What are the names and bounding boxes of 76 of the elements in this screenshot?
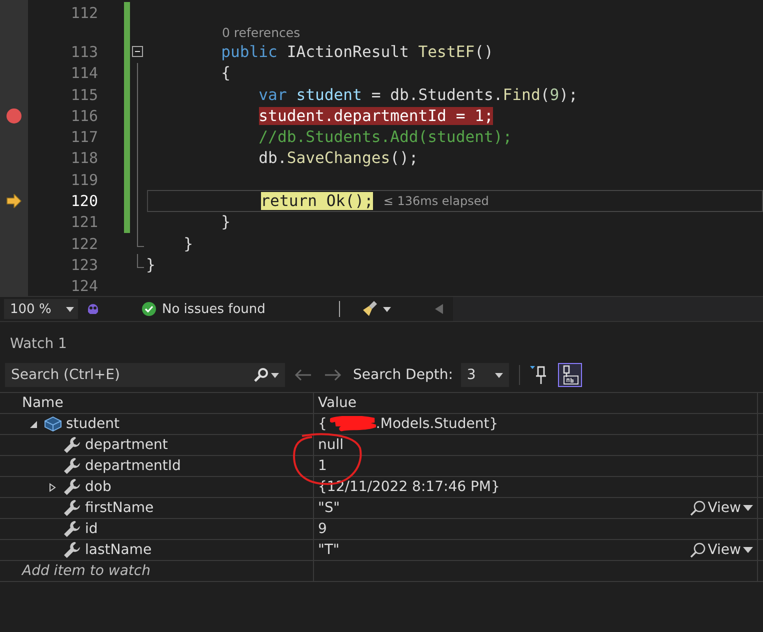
line-number: 117: [70, 128, 98, 146]
search-field[interactable]: Search (Ctrl+E): [5, 363, 285, 387]
line-number: 112: [70, 4, 98, 22]
wrench-icon: [63, 436, 81, 454]
line-number: 118: [70, 149, 98, 168]
view-button[interactable]: View: [690, 542, 753, 558]
watch-name: lastName: [85, 542, 152, 558]
forward-arrow-icon[interactable]: [324, 368, 342, 382]
column-header[interactable]: Name: [18, 393, 313, 414]
code-statement: }: [146, 256, 156, 274]
watch-value: {12/11/2022 8:17:46 PM}: [318, 479, 500, 495]
watch-value: "S": [318, 500, 340, 516]
watch-name: department: [85, 437, 168, 453]
issues-status[interactable]: No issues found: [162, 302, 266, 316]
codelens-references[interactable]: 0 references: [146, 24, 763, 40]
watch-name: id: [85, 521, 98, 537]
collapse-icon[interactable]: [132, 46, 143, 58]
wrench-icon: [63, 520, 81, 538]
depth-dropdown[interactable]: 3: [460, 363, 509, 387]
code-statement: {: [221, 64, 230, 82]
watch-value: 9: [318, 521, 327, 537]
code-statement: //db.Students.Add(student);: [258, 128, 512, 146]
watch-value: "T": [318, 542, 340, 558]
wrench-icon: [63, 457, 81, 475]
breakpoint-icon[interactable]: [6, 108, 22, 124]
line-number: 124: [70, 277, 98, 296]
watch-value: 1: [318, 458, 327, 474]
watch-value: null: [318, 437, 344, 453]
add-watch-placeholder[interactable]: Add item to watch: [22, 563, 150, 579]
caret-icon[interactable]: [383, 306, 392, 312]
code-statement: var student = db.Students.Find(9);: [258, 86, 578, 104]
caret-icon[interactable]: [66, 306, 74, 312]
search-icon[interactable]: [252, 368, 268, 382]
search-icon[interactable]: [690, 500, 706, 516]
view-button[interactable]: View: [690, 500, 753, 516]
perf-tip[interactable]: ≤ 136ms elapsed: [383, 194, 489, 208]
line-number: 119: [70, 170, 98, 189]
code-statement: db.SaveChanges();: [258, 149, 418, 168]
zoom-dropdown[interactable]: 100 %: [4, 299, 78, 319]
caret-icon[interactable]: [743, 505, 753, 511]
caret-icon[interactable]: [271, 372, 279, 378]
line-number: 122: [70, 234, 98, 253]
watch-name: firstName: [85, 500, 154, 516]
expander-icon[interactable]: [48, 482, 56, 492]
code-statement: student.departmentId = 1;: [258, 106, 494, 125]
wrench-icon: [63, 541, 81, 559]
watch-value-tail: .Models.Student}: [376, 416, 498, 432]
line-number: 116: [70, 106, 98, 125]
code-statement: }: [184, 234, 193, 253]
back-arrow-icon[interactable]: [294, 368, 312, 382]
scroll-left-icon[interactable]: [435, 304, 444, 314]
line-number: 121: [70, 213, 98, 232]
line-number: 113: [70, 42, 98, 61]
line-number: 115: [70, 86, 98, 104]
watch-name: departmentId: [85, 458, 181, 474]
column-header[interactable]: Value: [313, 393, 757, 414]
watch-name: student: [66, 416, 120, 432]
panel-title: Watch 1: [9, 335, 68, 354]
search-depth-label: Search Depth:: [353, 367, 453, 383]
pin-filter-icon[interactable]: [530, 365, 548, 385]
search-icon[interactable]: [690, 542, 706, 558]
object-icon: [44, 416, 62, 432]
caret-icon[interactable]: [494, 372, 503, 378]
watch-name: dob: [85, 479, 112, 495]
expander-icon[interactable]: [28, 420, 38, 428]
line-number: 114: [70, 64, 98, 82]
caret-icon[interactable]: [743, 547, 753, 553]
code-statement: public IActionResult TestEF(): [221, 42, 494, 61]
line-number: 120: [70, 192, 98, 210]
line-number: 123: [70, 256, 98, 274]
code-statement: }: [221, 213, 230, 232]
check-icon: [142, 302, 156, 316]
watch-value: {: [318, 416, 327, 432]
code-statement: return Ok();: [260, 192, 374, 210]
wrench-icon: [63, 478, 81, 496]
wrench-icon: [63, 499, 81, 517]
